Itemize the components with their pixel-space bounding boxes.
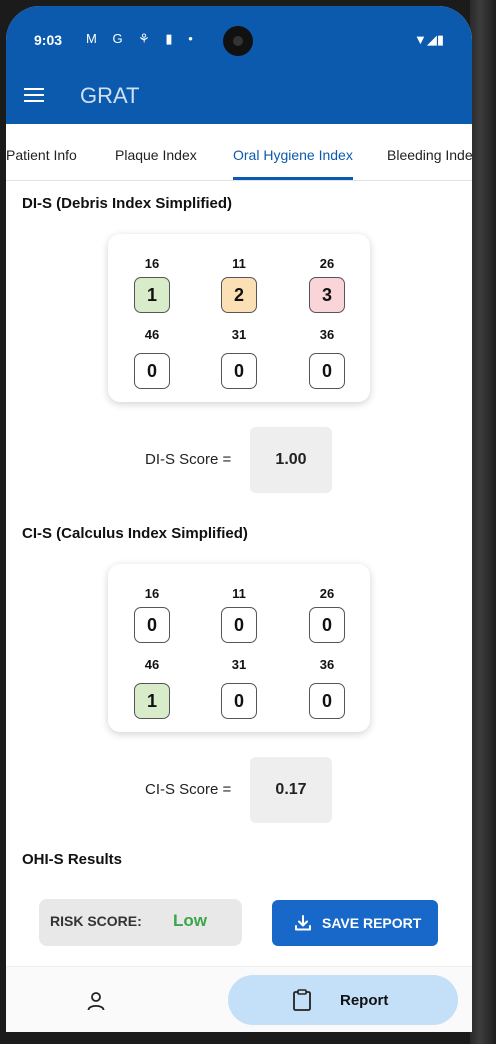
- cis-card: 16 11 26 0 0 0 46 31 36 1 0 0: [108, 564, 370, 732]
- app-title: GRAT: [80, 83, 140, 108]
- dis-score-label: DI-S Score =: [145, 451, 232, 468]
- dis-score-value: 1.00: [250, 427, 332, 493]
- dis-score-31[interactable]: 0: [221, 353, 257, 389]
- tooth-label: 11: [232, 256, 246, 271]
- notification-icons: M G ⚘ ▮ •: [86, 31, 199, 46]
- tab-plaque-index[interactable]: Plaque Index: [115, 124, 197, 180]
- results-section-title: OHI-S Results: [22, 851, 123, 868]
- tab-bar: Patient Info Plaque Index Oral Hygiene I…: [6, 124, 472, 181]
- dis-score-16[interactable]: 1: [134, 277, 170, 313]
- tooth-label: 31: [231, 657, 247, 672]
- nav-report-label: Report: [340, 992, 389, 1009]
- dis-card: 16 11 26 1 2 3 46 31 36 0 0 0: [108, 234, 370, 402]
- status-time: 9:03: [34, 32, 63, 48]
- dis-score-26[interactable]: 3: [309, 277, 345, 313]
- risk-score-panel: RISK SCORE: Low: [39, 899, 242, 946]
- cis-score-value: 0.17: [250, 757, 332, 823]
- cis-score-31[interactable]: 0: [221, 683, 257, 719]
- tooth-label: 46: [144, 657, 160, 672]
- nav-report[interactable]: Report: [228, 975, 458, 1025]
- cis-score-label: CI-S Score =: [145, 781, 232, 798]
- download-icon: [295, 915, 311, 931]
- cis-score-46[interactable]: 1: [134, 683, 170, 719]
- tooth-label: 26: [319, 256, 335, 271]
- front-camera: [223, 26, 253, 56]
- nav-profile[interactable]: [66, 983, 126, 1019]
- menu-icon[interactable]: [24, 88, 44, 102]
- person-icon: [87, 992, 105, 1011]
- tab-bleeding-index[interactable]: Bleeding Inde: [387, 124, 472, 180]
- app-bar: 9:03 M G ⚘ ▮ • ▼◢▮ GRAT: [6, 6, 472, 124]
- dis-section-title: DI-S (Debris Index Simplified): [22, 195, 233, 212]
- tooth-label: 36: [319, 327, 335, 342]
- tooth-label: 16: [144, 586, 160, 601]
- cis-score-16[interactable]: 0: [134, 607, 170, 643]
- tooth-label: 26: [319, 586, 335, 601]
- save-report-button[interactable]: SAVE REPORT: [272, 900, 438, 946]
- cis-score-26[interactable]: 0: [309, 607, 345, 643]
- dis-score-46[interactable]: 0: [134, 353, 170, 389]
- tooth-label: 11: [232, 586, 246, 601]
- risk-score-value: Low: [173, 911, 207, 930]
- dis-score-36[interactable]: 0: [309, 353, 345, 389]
- tooth-label: 16: [144, 256, 160, 271]
- save-report-label: SAVE REPORT: [322, 915, 422, 931]
- risk-score-label: RISK SCORE:: [50, 913, 142, 929]
- bottom-navigation: Report: [6, 966, 472, 1032]
- clipboard-icon: [293, 989, 311, 1011]
- cis-score-11[interactable]: 0: [221, 607, 257, 643]
- tooth-label: 31: [231, 327, 247, 342]
- cis-section-title: CI-S (Calculus Index Simplified): [22, 525, 248, 542]
- dis-score-11[interactable]: 2: [221, 277, 257, 313]
- tooth-label: 36: [319, 657, 335, 672]
- tab-oral-hygiene-index[interactable]: Oral Hygiene Index: [233, 124, 353, 180]
- app-screen: 9:03 M G ⚘ ▮ • ▼◢▮ GRAT Patient Info Pla…: [6, 6, 472, 1032]
- system-status-icons: ▼◢▮: [413, 32, 444, 47]
- device-frame: 9:03 M G ⚘ ▮ • ▼◢▮ GRAT Patient Info Pla…: [0, 0, 496, 1044]
- status-bar: 9:03 M G ⚘ ▮ • ▼◢▮: [6, 6, 472, 72]
- tooth-label: 46: [144, 327, 160, 342]
- tab-patient-info[interactable]: Patient Info: [6, 124, 77, 180]
- cis-score-36[interactable]: 0: [309, 683, 345, 719]
